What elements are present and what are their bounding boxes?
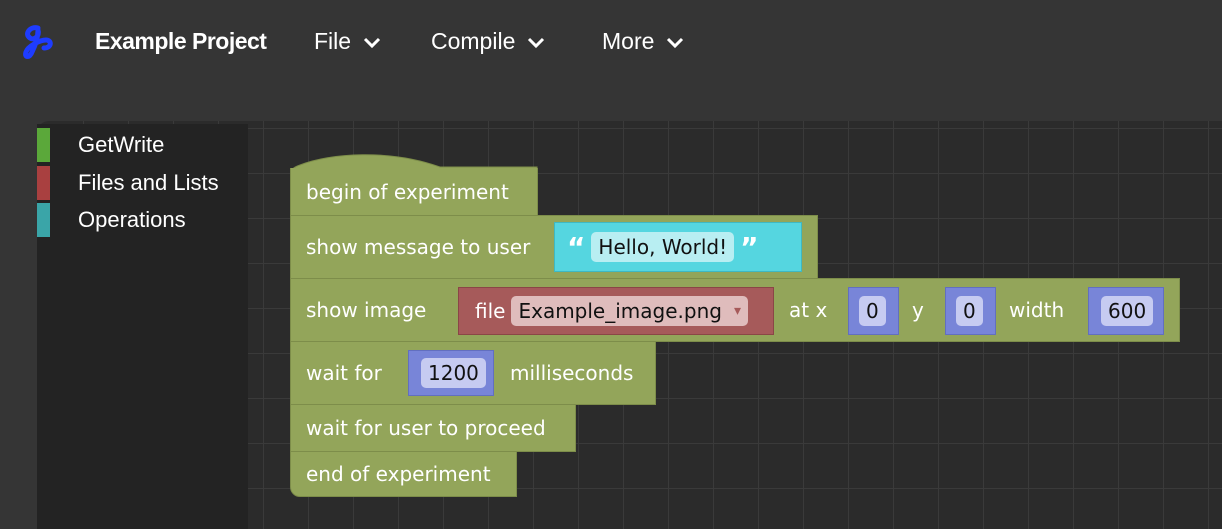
x-value-field[interactable]: 0 <box>859 296 886 326</box>
begin-of-experiment-block[interactable]: begin of experiment <box>290 168 538 216</box>
width-label: width <box>1009 298 1065 322</box>
toolbox: GetWrite Files and Lists Operations <box>37 124 248 529</box>
menu-file-label: File <box>314 28 352 54</box>
category-color-swatch <box>37 166 50 200</box>
at-x-label: at x <box>789 298 828 322</box>
chevron-down-icon <box>667 37 684 49</box>
category-label: Files and Lists <box>78 170 219 195</box>
close-quote-icon: ” <box>740 230 759 264</box>
dropdown-arrow-icon: ▾ <box>733 303 741 319</box>
duration-value-field[interactable]: 1200 <box>421 358 486 388</box>
file-label: file <box>475 299 506 323</box>
block-label: wait for <box>306 361 382 385</box>
width-number-block[interactable]: 600 <box>1088 287 1164 335</box>
wait-for-user-block[interactable]: wait for user to proceed <box>290 404 576 452</box>
file-value-block[interactable]: file Example_image.png ▾ <box>458 287 774 335</box>
block-label: show message to user <box>306 235 531 259</box>
top-bar: Example Project File Compile More <box>0 0 1222 84</box>
block-label: begin of experiment <box>306 179 509 204</box>
block-label: end of experiment <box>306 462 491 486</box>
end-of-experiment-block[interactable]: end of experiment <box>290 451 517 497</box>
y-number-block[interactable]: 0 <box>945 287 996 335</box>
y-label: y <box>912 298 924 322</box>
x-number-block[interactable]: 0 <box>848 287 899 335</box>
unit-label: milliseconds <box>510 361 634 385</box>
app-logo-icon[interactable] <box>18 22 58 62</box>
toolbox-category-getwrite[interactable]: GetWrite <box>37 128 164 162</box>
text-value-block[interactable]: “ Hello, World! ” <box>554 222 802 272</box>
duration-number-block[interactable]: 1200 <box>408 350 494 396</box>
menu-compile-label: Compile <box>431 28 516 54</box>
category-label: Operations <box>78 207 186 232</box>
category-color-swatch <box>37 128 50 162</box>
category-color-swatch <box>37 203 50 237</box>
wait-for-block[interactable]: wait for 1200 milliseconds <box>290 341 656 405</box>
block-label: wait for user to proceed <box>306 416 546 440</box>
category-label: GetWrite <box>78 132 165 157</box>
menu-file[interactable]: File <box>314 28 381 55</box>
menu-compile[interactable]: Compile <box>431 28 545 55</box>
menu-more-label: More <box>602 28 655 54</box>
toolbox-category-files-and-lists[interactable]: Files and Lists <box>37 166 219 200</box>
file-dropdown[interactable]: Example_image.png ▾ <box>511 296 748 326</box>
show-message-block[interactable]: show message to user “ Hello, World! ” <box>290 215 818 279</box>
project-title[interactable]: Example Project <box>95 28 267 55</box>
file-dropdown-value: Example_image.png <box>518 299 722 323</box>
toolbox-category-operations[interactable]: Operations <box>37 203 186 237</box>
chevron-down-icon <box>364 37 381 49</box>
message-text-field[interactable]: Hello, World! <box>591 232 735 262</box>
show-image-block[interactable]: show image file Example_image.png ▾ at x… <box>290 278 1180 342</box>
chevron-down-icon <box>528 37 545 49</box>
width-value-field[interactable]: 600 <box>1101 296 1154 326</box>
block-label: show image <box>306 298 427 322</box>
menu-more[interactable]: More <box>602 28 684 55</box>
y-value-field[interactable]: 0 <box>956 296 983 326</box>
open-quote-icon: “ <box>567 230 586 264</box>
